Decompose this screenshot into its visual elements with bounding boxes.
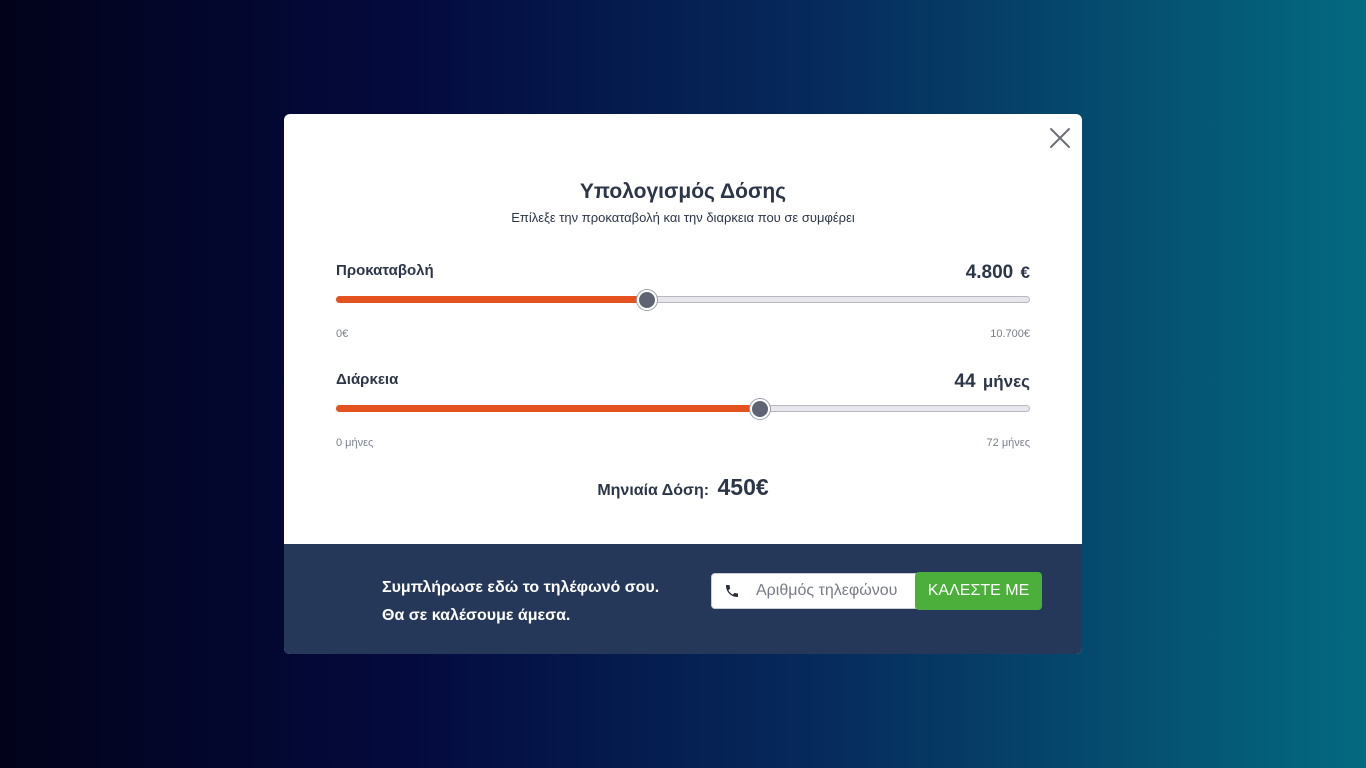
down-payment-label: Προκαταβολή — [336, 262, 434, 279]
loan-calculator-modal: Υπολογισμός Δόσης Επίλεξε την προκαταβολ… — [284, 114, 1082, 654]
duration-slider-fill — [336, 405, 759, 412]
down-payment-amount: 4.800 — [965, 262, 1014, 283]
duration-min-label: 0 μήνες — [336, 437, 374, 449]
monthly-payment-label: Μηνιαία Δόση: — [597, 482, 710, 499]
phone-input[interactable] — [756, 574, 906, 608]
monthly-payment-amount: 450€ — [717, 474, 769, 500]
down-payment-max-label: 10.700€ — [990, 328, 1030, 340]
duration-slider-handle[interactable] — [749, 399, 770, 419]
duration-max-label: 72 μήνες — [986, 437, 1030, 449]
down-payment-slider[interactable] — [336, 290, 1030, 310]
monthly-payment: Μηνιαία Δόση: 450€ — [284, 474, 1082, 501]
callback-text: Συμπλήρωσε εδώ το τηλέφωνό σου. Θα σε κα… — [382, 574, 659, 630]
down-payment-slider-handle[interactable] — [637, 290, 658, 310]
close-icon[interactable] — [1048, 126, 1072, 150]
duration-amount: 44 — [954, 371, 976, 392]
duration-label: Διάρκεια — [336, 371, 399, 388]
callback-text-line1: Συμπλήρωσε εδώ το τηλέφωνό σου. — [382, 579, 660, 596]
call-me-button[interactable]: ΚΑΛΕΣΤΕ ΜΕ — [915, 572, 1042, 610]
phone-field — [711, 573, 917, 609]
down-payment-unit: € — [1020, 263, 1030, 282]
duration-value: 44 μήνες — [954, 371, 1030, 393]
down-payment-value: 4.800 € — [966, 262, 1030, 284]
down-payment-min-label: 0€ — [336, 328, 349, 340]
modal-subtitle: Επίλεξε την προκαταβολή και την διαρκεια… — [511, 210, 855, 225]
down-payment-slider-fill — [336, 296, 647, 303]
phone-icon — [724, 583, 740, 599]
duration-slider[interactable] — [336, 399, 1030, 419]
callback-footer: Συμπλήρωσε εδώ το τηλέφωνό σου. Θα σε κα… — [284, 544, 1082, 654]
duration-unit: μήνες — [982, 372, 1030, 391]
callback-text-line2: Θα σε καλέσουμε άμεσα. — [382, 607, 571, 624]
modal-title: Υπολογισμός Δόσης — [579, 180, 787, 203]
down-payment-slider-block: Προκαταβολή 4.800 € 0€ 10.700€ — [336, 260, 1030, 360]
duration-slider-block: Διάρκεια 44 μήνες 0 μήνες 72 μήνες — [336, 369, 1030, 469]
